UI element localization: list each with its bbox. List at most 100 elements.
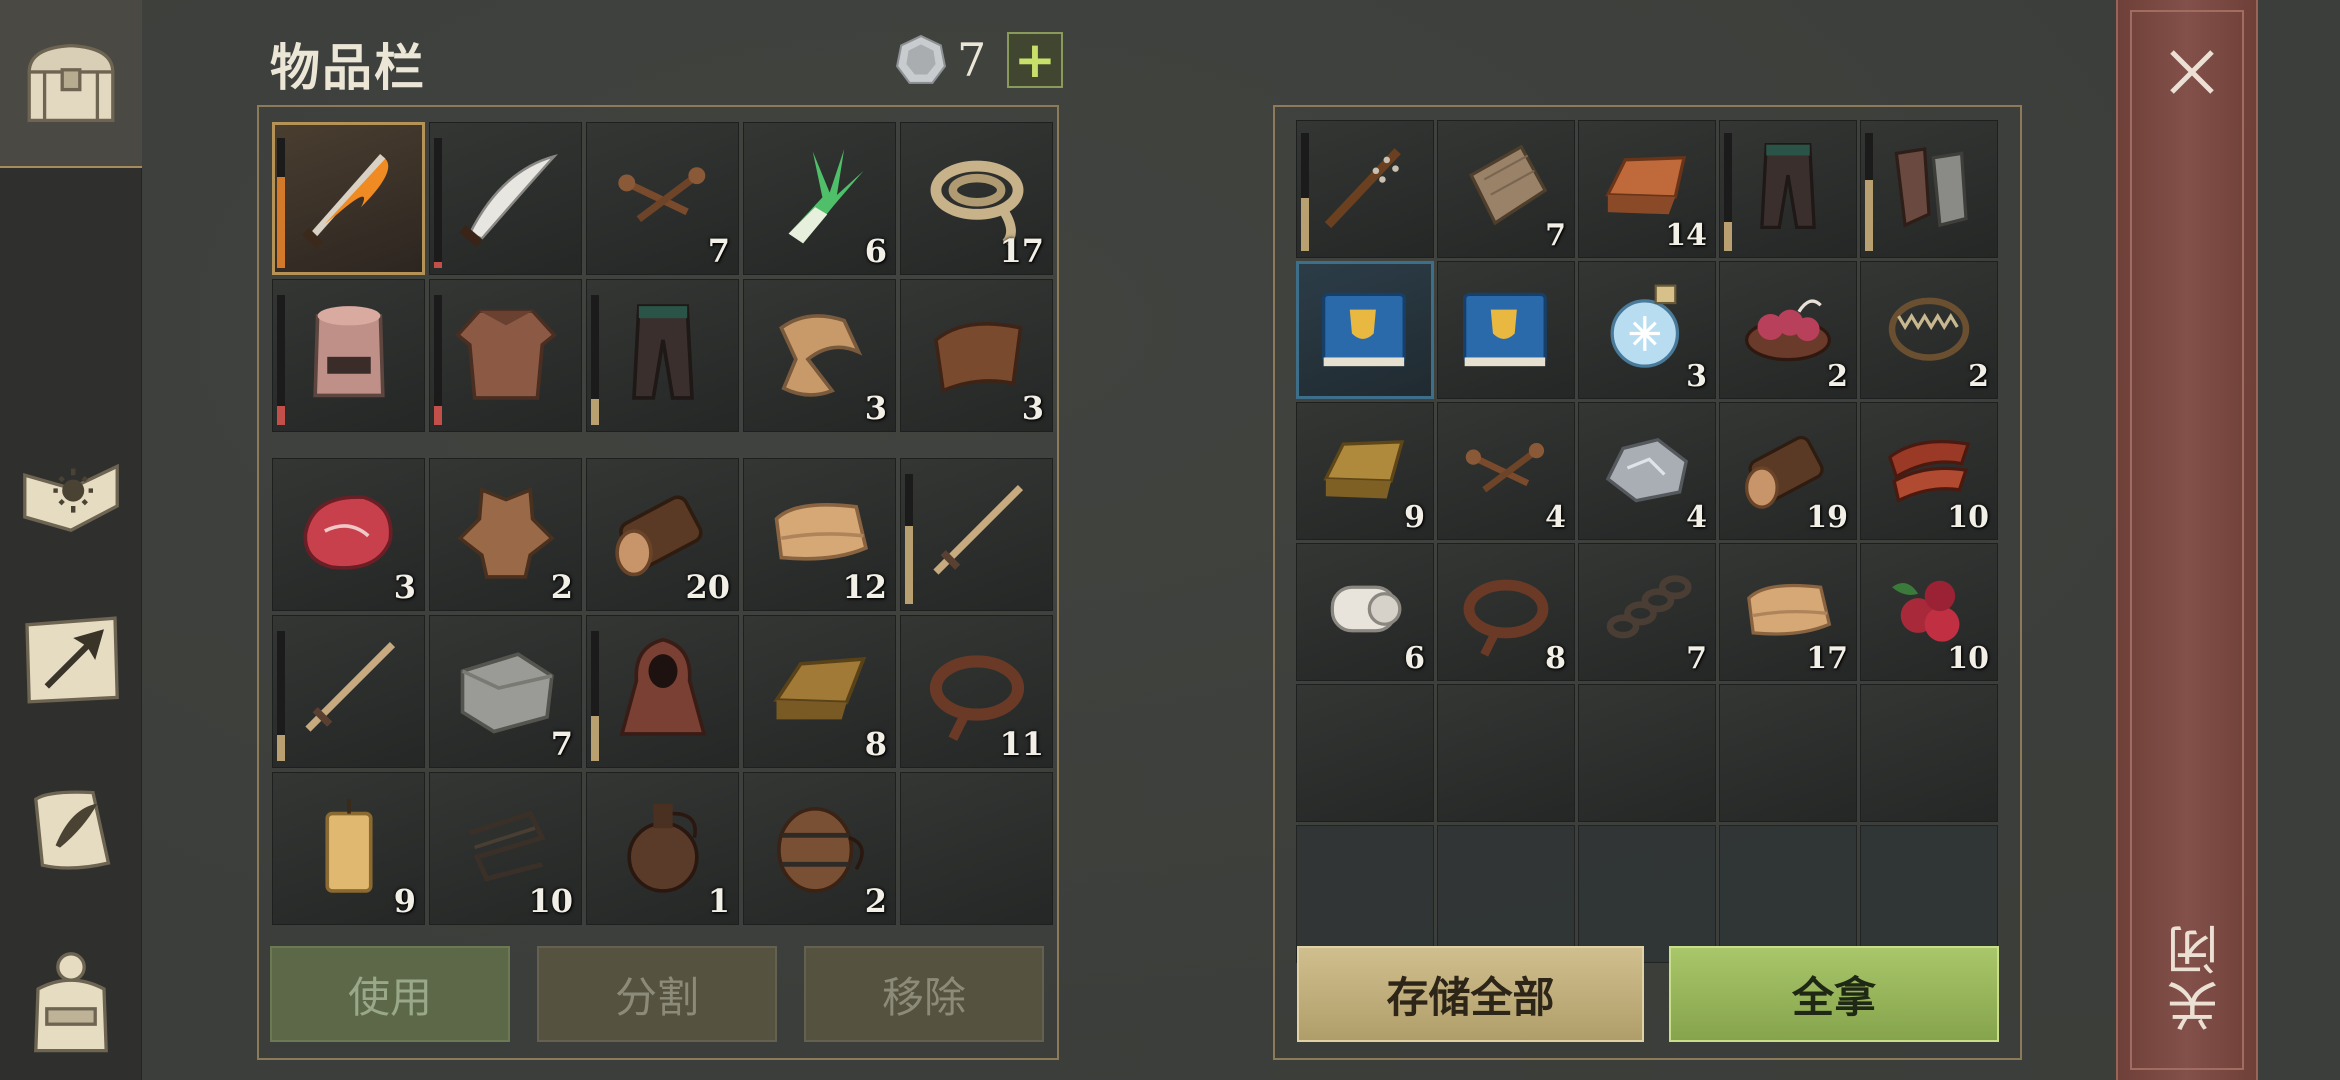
backpack-slot[interactable]: 8 bbox=[743, 615, 896, 768]
durability-bar bbox=[1301, 133, 1309, 251]
flaming-sword-icon bbox=[301, 154, 388, 250]
item-quantity: 20 bbox=[685, 568, 730, 606]
backpack-slot[interactable]: 2 bbox=[743, 772, 896, 925]
container-slot[interactable]: 4 bbox=[1437, 402, 1575, 540]
remove-button[interactable]: 移除 bbox=[804, 946, 1044, 1042]
container-slot[interactable]: 9 bbox=[1296, 402, 1434, 540]
chainmail-shirt-icon bbox=[454, 309, 557, 401]
container-slot[interactable] bbox=[1860, 120, 1998, 258]
sidebar-tab-character[interactable] bbox=[0, 925, 142, 1075]
durability-bar bbox=[277, 138, 285, 268]
close-strip[interactable] bbox=[2116, 0, 2258, 1080]
backpack-slot[interactable] bbox=[900, 772, 1053, 925]
equipment-slot[interactable]: 6 bbox=[743, 122, 896, 275]
backpack-slot[interactable]: 9 bbox=[272, 772, 425, 925]
container-slot[interactable]: 10 bbox=[1860, 543, 1998, 681]
nails-icon bbox=[617, 167, 705, 223]
silver-coin-icon bbox=[895, 34, 947, 84]
flask-icon bbox=[626, 804, 699, 894]
equipment-slot[interactable]: 7 bbox=[586, 122, 739, 275]
equipment-slot[interactable] bbox=[429, 279, 582, 432]
item-quantity: 2 bbox=[1968, 359, 1989, 394]
equipment-slot[interactable]: 3 bbox=[743, 279, 896, 432]
use-button[interactable]: 使用 bbox=[270, 946, 510, 1042]
close-icon[interactable] bbox=[2160, 40, 2224, 104]
backpack-icon bbox=[34, 952, 108, 1053]
container-slot[interactable] bbox=[1296, 120, 1434, 258]
leather-scrap-icon bbox=[933, 322, 1022, 394]
durability-bar bbox=[1865, 133, 1873, 251]
container-slot[interactable]: 10 bbox=[1860, 402, 1998, 540]
container-slot[interactable]: 2 bbox=[1719, 261, 1857, 399]
container-slot[interactable]: 17 bbox=[1719, 543, 1857, 681]
item-quantity: 10 bbox=[528, 882, 573, 920]
longsword-icon bbox=[304, 642, 395, 733]
sidebar-tab-quests[interactable] bbox=[0, 755, 142, 905]
backpack-slot[interactable]: 11 bbox=[900, 615, 1053, 768]
container-slot[interactable] bbox=[1296, 261, 1434, 399]
equipment-slot[interactable] bbox=[586, 279, 739, 432]
backpack-slot[interactable]: 12 bbox=[743, 458, 896, 611]
container-slot[interactable] bbox=[1860, 684, 1998, 822]
equipment-slot[interactable] bbox=[429, 122, 582, 275]
backpack-slot[interactable]: 7 bbox=[429, 615, 582, 768]
container-slot[interactable] bbox=[1719, 684, 1857, 822]
sidebar-tab-skills[interactable] bbox=[0, 420, 142, 570]
backpack-slot[interactable]: 1 bbox=[586, 772, 739, 925]
fabric-scrap-icon bbox=[778, 314, 862, 398]
store-all-button[interactable]: 存储全部 bbox=[1297, 946, 1644, 1042]
container-slot[interactable]: 2 bbox=[1860, 261, 1998, 399]
item-quantity: 14 bbox=[1665, 218, 1707, 253]
close-label[interactable]: 关闭 bbox=[2160, 920, 2228, 1032]
backpack-slot[interactable]: 20 bbox=[586, 458, 739, 611]
container-slot[interactable]: 4 bbox=[1578, 402, 1716, 540]
container-slot[interactable]: 8 bbox=[1437, 543, 1575, 681]
container-slot[interactable] bbox=[1437, 261, 1575, 399]
backpack-slot[interactable] bbox=[900, 458, 1053, 611]
container-slot[interactable]: 6 bbox=[1296, 543, 1434, 681]
container-slot[interactable] bbox=[1578, 684, 1716, 822]
equipment-slot[interactable]: 3 bbox=[900, 279, 1053, 432]
container-slot bbox=[1860, 825, 1998, 963]
backpack-slot[interactable] bbox=[272, 615, 425, 768]
equipment-slot[interactable]: 17 bbox=[900, 122, 1053, 275]
add-currency-button[interactable]: + bbox=[1007, 32, 1063, 88]
container-slot[interactable] bbox=[1296, 684, 1434, 822]
durability-bar bbox=[277, 295, 285, 425]
container-slot[interactable]: 3 bbox=[1578, 261, 1716, 399]
bronze-ingot-icon bbox=[772, 657, 866, 720]
item-quantity: 6 bbox=[1404, 641, 1425, 676]
backpack-slot[interactable]: 3 bbox=[272, 458, 425, 611]
sidebar-tab-chest[interactable] bbox=[0, 0, 142, 168]
backpack-slot[interactable]: 10 bbox=[429, 772, 582, 925]
durability-bar bbox=[905, 474, 913, 604]
durability-bar bbox=[591, 295, 599, 425]
item-quantity: 2 bbox=[864, 882, 887, 920]
container-slot[interactable]: 14 bbox=[1578, 120, 1716, 258]
container-slot[interactable]: 7 bbox=[1437, 120, 1575, 258]
backpack-slot[interactable]: 2 bbox=[429, 458, 582, 611]
right-edge bbox=[2258, 0, 2340, 1080]
scroll-quill-icon bbox=[34, 790, 111, 870]
backpack-slot[interactable] bbox=[586, 615, 739, 768]
item-quantity: 7 bbox=[550, 725, 573, 763]
item-quantity: 19 bbox=[1806, 500, 1848, 535]
item-quantity: 8 bbox=[1545, 641, 1566, 676]
leather-pants-icon bbox=[1760, 143, 1816, 230]
item-quantity: 7 bbox=[707, 232, 730, 270]
container-slot[interactable] bbox=[1437, 684, 1575, 822]
equipment-slot[interactable] bbox=[272, 279, 425, 432]
blue-book-icon bbox=[1463, 292, 1547, 367]
take-all-button[interactable]: 全拿 bbox=[1669, 946, 1999, 1042]
sun-book-icon bbox=[23, 463, 119, 532]
container-slot[interactable]: 19 bbox=[1719, 402, 1857, 540]
container-slot[interactable]: 7 bbox=[1578, 543, 1716, 681]
sidebar-tab-map[interactable] bbox=[0, 585, 142, 735]
item-quantity: 8 bbox=[864, 725, 887, 763]
longsword-icon bbox=[932, 485, 1023, 576]
item-quantity: 7 bbox=[1686, 641, 1707, 676]
container-slot[interactable] bbox=[1719, 120, 1857, 258]
split-button[interactable]: 分割 bbox=[537, 946, 777, 1042]
item-quantity: 4 bbox=[1545, 500, 1566, 535]
equipment-slot[interactable] bbox=[272, 122, 425, 275]
